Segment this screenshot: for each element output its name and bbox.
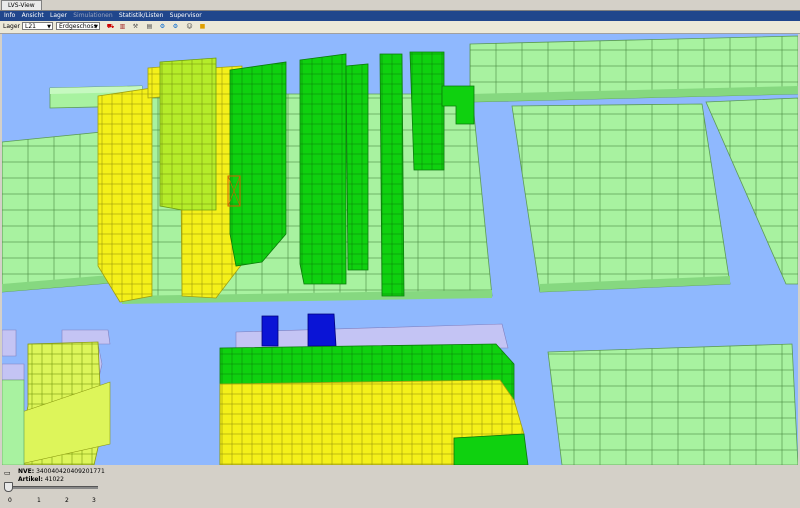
lager-label: Lager: [3, 23, 20, 30]
rack-block-lower-center: [219, 343, 529, 465]
boxes-icon[interactable]: ■: [198, 22, 207, 31]
menu-item-statistik[interactable]: Statistik/Listen: [119, 12, 163, 19]
level-slider-knob[interactable]: [4, 482, 13, 492]
nve-label: NVE:: [18, 468, 35, 475]
slider-tick-label: 1: [37, 497, 41, 504]
menu-item-info[interactable]: Info: [4, 12, 15, 19]
rack-block-lower-left: [2, 329, 111, 465]
pallet-icon[interactable]: ▤: [145, 22, 154, 31]
forklift-icon[interactable]: ⚒: [131, 22, 140, 31]
warehouse-scene: [2, 35, 798, 465]
floor-select-value: Erdgeschoss: [59, 23, 97, 30]
menu-item-supervisor[interactable]: Supervisor: [170, 12, 202, 19]
rack-stack-lime: [159, 57, 217, 211]
artikel-label: Artikel:: [18, 476, 43, 483]
rack-row-upper-right: [469, 35, 798, 103]
tab-bar: LVS-View: [0, 0, 800, 11]
slider-tick-label: 2: [65, 497, 69, 504]
floor-select[interactable]: Erdgeschoss ▼: [56, 22, 100, 30]
nve-line: NVE: 340040420409201771: [18, 468, 105, 475]
monitor-icon: ▭: [4, 469, 11, 477]
status-panel: ▭ NVE: 340040420409201771 Artikel: 41022: [0, 466, 800, 508]
menu-item-lager[interactable]: Lager: [50, 12, 67, 19]
people-icon[interactable]: ☺: [185, 22, 194, 31]
menu-bar: Info Ansicht Lager Simulationen Statisti…: [0, 11, 800, 21]
slider-tick-label: 0: [8, 497, 12, 504]
menu-item-ansicht[interactable]: Ansicht: [22, 12, 44, 19]
rack-block-right: [511, 97, 798, 293]
toolbar: Lager L21 ▼ Erdgeschoss ▼ ⛟ ▥ ⚒ ▤ ⚙ ⚙ ☺ ■: [0, 21, 800, 34]
hand-truck-icon[interactable]: ⛟: [106, 22, 115, 31]
lager-select[interactable]: L21 ▼: [22, 22, 53, 30]
robot-icon[interactable]: ⚙: [158, 22, 167, 31]
level-slider-track[interactable]: [8, 486, 98, 489]
slider-tick-label: 3: [92, 497, 96, 504]
rack-block-lower-right: [547, 343, 798, 465]
chevron-down-icon: ▼: [47, 24, 51, 30]
chevron-down-icon: ▼: [94, 24, 98, 30]
lager-select-value: L21: [25, 23, 36, 30]
artikel-value: 41022: [44, 476, 64, 483]
shelf-icon[interactable]: ▥: [118, 22, 127, 31]
warehouse-3d-view[interactable]: [2, 34, 798, 465]
tab-lvs-view[interactable]: LVS-View: [1, 0, 42, 10]
gear-icon[interactable]: ⚙: [171, 22, 180, 31]
nve-value: 340040420409201771: [36, 468, 105, 475]
menu-item-simulationen: Simulationen: [73, 12, 113, 19]
artikel-line: Artikel: 41022: [18, 476, 64, 483]
